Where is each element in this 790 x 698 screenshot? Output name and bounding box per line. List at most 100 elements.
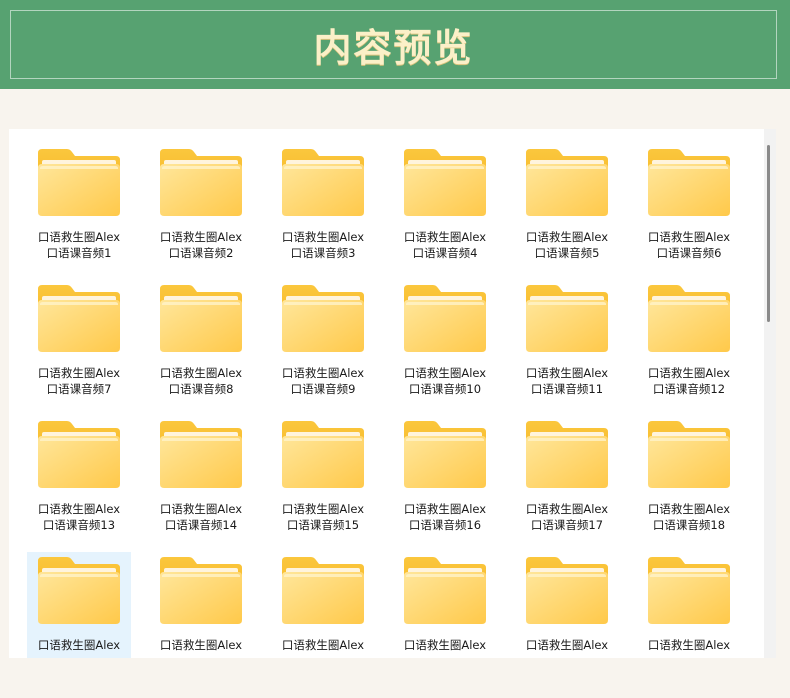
folder-item-9[interactable]: 口语救生圈Alex 口语课音频9 <box>271 280 375 407</box>
folder-label: 口语救生圈Alex 口语课音频15 <box>271 501 375 533</box>
folder-item-4[interactable]: 口语救生圈Alex 口语课音频4 <box>393 144 497 271</box>
folder-label-line1: 口语救生圈Alex <box>525 638 609 652</box>
folder-label: 口语救生圈Alex 口语课音频12 <box>637 365 741 397</box>
folder-label: 口语救生圈Alex 口语课音频5 <box>515 229 619 261</box>
folder-icon <box>526 421 608 488</box>
folder-label-line2: 口语课音频10 <box>408 382 482 396</box>
folder-item-15[interactable]: 口语救生圈Alex 口语课音频15 <box>271 416 375 543</box>
folder-icon <box>526 557 608 624</box>
folder-item-8[interactable]: 口语救生圈Alex 口语课音频8 <box>149 280 253 407</box>
folder-label-line1: 口语救生圈Alex <box>159 230 243 244</box>
folder-icon <box>526 285 608 352</box>
folder-item-5[interactable]: 口语救生圈Alex 口语课音频5 <box>515 144 619 271</box>
folder-label: 口语救生圈Alex 口语课音频7 <box>27 365 131 397</box>
folder-label-line2: 口语课音频4 <box>412 246 478 260</box>
folder-item-10[interactable]: 口语救生圈Alex 口语课音频10 <box>393 280 497 407</box>
folder-label: 口语救生圈Alex 口语课音频9 <box>271 365 375 397</box>
folder-label-line1: 口语救生圈Alex <box>525 230 609 244</box>
folder-icon <box>38 421 120 488</box>
folder-label-line2: 口语课音频2 <box>168 246 234 260</box>
folder-item-21[interactable]: 口语救生圈Alex <box>271 552 375 658</box>
folder-label: 口语救生圈Alex <box>149 637 253 653</box>
folder-icon <box>160 149 242 216</box>
folder-label-line2: 口语课音频15 <box>286 518 360 532</box>
folder-item-3[interactable]: 口语救生圈Alex 口语课音频3 <box>271 144 375 271</box>
folder-icon <box>160 557 242 624</box>
scrollbar[interactable] <box>764 129 776 658</box>
folder-item-11[interactable]: 口语救生圈Alex 口语课音频11 <box>515 280 619 407</box>
folder-item-2[interactable]: 口语救生圈Alex 口语课音频2 <box>149 144 253 271</box>
folder-item-1[interactable]: 口语救生圈Alex 口语课音频1 <box>27 144 131 271</box>
scrollbar-thumb[interactable] <box>767 145 770 322</box>
folder-icon <box>648 285 730 352</box>
folder-label: 口语救生圈Alex 口语课音频13 <box>27 501 131 533</box>
folder-item-19[interactable]: 口语救生圈Alex <box>27 552 131 658</box>
folder-label-line1: 口语救生圈Alex <box>281 502 365 516</box>
folder-label-line1: 口语救生圈Alex <box>403 638 487 652</box>
folder-label: 口语救生圈Alex 口语课音频8 <box>149 365 253 397</box>
folder-label: 口语救生圈Alex 口语课音频14 <box>149 501 253 533</box>
folder-label-line2: 口语课音频18 <box>652 518 726 532</box>
folder-label-line1: 口语救生圈Alex <box>281 366 365 380</box>
folder-icon <box>38 285 120 352</box>
page-title: 内容预览 <box>313 25 474 70</box>
folder-label-line2: 口语课音频1 <box>46 246 112 260</box>
folder-label-line2: 口语课音频9 <box>290 382 356 396</box>
folder-icon <box>282 285 364 352</box>
folder-item-13[interactable]: 口语救生圈Alex 口语课音频13 <box>27 416 131 543</box>
folder-item-12[interactable]: 口语救生圈Alex 口语课音频12 <box>637 280 741 407</box>
folder-icon <box>38 557 120 624</box>
folder-icon <box>648 149 730 216</box>
folder-label: 口语救生圈Alex 口语课音频10 <box>393 365 497 397</box>
folder-item-14[interactable]: 口语救生圈Alex 口语课音频14 <box>149 416 253 543</box>
folder-item-20[interactable]: 口语救生圈Alex <box>149 552 253 658</box>
folder-item-16[interactable]: 口语救生圈Alex 口语课音频16 <box>393 416 497 543</box>
folder-icon <box>160 421 242 488</box>
folder-label-line2: 口语课音频3 <box>290 246 356 260</box>
folder-label-line1: 口语救生圈Alex <box>159 638 243 652</box>
folder-label-line1: 口语救生圈Alex <box>525 502 609 516</box>
folder-label-line2: 口语课音频16 <box>408 518 482 532</box>
folder-label-line1: 口语救生圈Alex <box>37 230 121 244</box>
folder-label: 口语救生圈Alex <box>271 637 375 653</box>
folder-label-line2: 口语课音频6 <box>656 246 722 260</box>
folder-label-line1: 口语救生圈Alex <box>159 502 243 516</box>
folder-label-line1: 口语救生圈Alex <box>403 366 487 380</box>
header-banner: 内容预览 <box>0 0 790 89</box>
folder-label: 口语救生圈Alex 口语课音频17 <box>515 501 619 533</box>
folder-label-line2: 口语课音频12 <box>652 382 726 396</box>
folder-label-line2: 口语课音频11 <box>530 382 604 396</box>
folder-label-line1: 口语救生圈Alex <box>403 502 487 516</box>
folder-label-line1: 口语救生圈Alex <box>647 638 731 652</box>
folder-label-line1: 口语救生圈Alex <box>37 366 121 380</box>
folder-icon <box>404 285 486 352</box>
folder-item-7[interactable]: 口语救生圈Alex 口语课音频7 <box>27 280 131 407</box>
folder-label-line2: 口语课音频13 <box>42 518 116 532</box>
folder-label-line1: 口语救生圈Alex <box>159 366 243 380</box>
folder-item-22[interactable]: 口语救生圈Alex <box>393 552 497 658</box>
folder-label: 口语救生圈Alex <box>393 637 497 653</box>
folder-label: 口语救生圈Alex <box>515 637 619 653</box>
folder-label: 口语救生圈Alex 口语课音频3 <box>271 229 375 261</box>
folder-icon <box>404 421 486 488</box>
folder-item-17[interactable]: 口语救生圈Alex 口语课音频17 <box>515 416 619 543</box>
folder-icon <box>282 557 364 624</box>
folder-label: 口语救生圈Alex 口语课音频2 <box>149 229 253 261</box>
folder-label: 口语救生圈Alex <box>637 637 741 653</box>
folder-grid: 口语救生圈Alex 口语课音频1 口语救生圈Alex 口语课音频2 口语救生圈A… <box>27 144 741 658</box>
folder-label: 口语救生圈Alex 口语课音频1 <box>27 229 131 261</box>
folder-icon <box>648 421 730 488</box>
header-frame: 内容预览 <box>10 10 777 79</box>
folder-icon <box>404 557 486 624</box>
folder-label-line1: 口语救生圈Alex <box>647 502 731 516</box>
folder-label-line1: 口语救生圈Alex <box>647 230 731 244</box>
folder-item-23[interactable]: 口语救生圈Alex <box>515 552 619 658</box>
folder-label: 口语救生圈Alex 口语课音频16 <box>393 501 497 533</box>
file-browser-panel: 口语救生圈Alex 口语课音频1 口语救生圈Alex 口语课音频2 口语救生圈A… <box>9 129 776 658</box>
folder-label-line1: 口语救生圈Alex <box>37 638 121 652</box>
folder-label: 口语救生圈Alex 口语课音频4 <box>393 229 497 261</box>
folder-icon <box>160 285 242 352</box>
folder-item-6[interactable]: 口语救生圈Alex 口语课音频6 <box>637 144 741 271</box>
folder-item-18[interactable]: 口语救生圈Alex 口语课音频18 <box>637 416 741 543</box>
folder-item-24[interactable]: 口语救生圈Alex <box>637 552 741 658</box>
